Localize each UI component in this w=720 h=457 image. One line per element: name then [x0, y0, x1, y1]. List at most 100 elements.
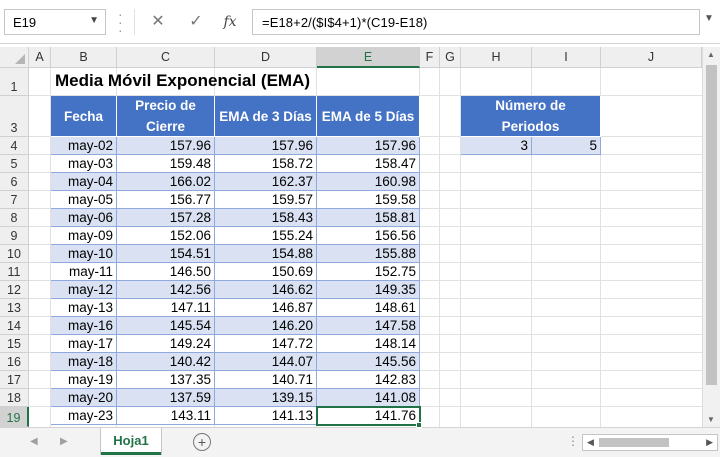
column-header-e[interactable]: E [317, 47, 420, 68]
row-header-13[interactable]: 13 [0, 299, 29, 317]
fill-handle[interactable] [416, 422, 422, 428]
table-cell[interactable]: 157.96 [215, 137, 317, 155]
periods-value-cell[interactable]: 5 [532, 137, 601, 155]
column-header-d[interactable]: D [215, 47, 317, 68]
table-cell[interactable]: 148.61 [317, 299, 420, 317]
table-cell[interactable]: 145.54 [117, 317, 215, 335]
table-cell[interactable]: 157.28 [117, 209, 215, 227]
table-cell[interactable]: 157.96 [117, 137, 215, 155]
table-cell[interactable]: 141.13 [215, 407, 317, 425]
row-header-11[interactable]: 11 [0, 263, 29, 281]
table-cell[interactable]: may-19 [51, 371, 117, 389]
table-cell[interactable]: may-23 [51, 407, 117, 425]
horizontal-scrollbar[interactable]: ◀ ▶ [582, 434, 718, 451]
table-cell[interactable]: 142.83 [317, 371, 420, 389]
scroll-up-icon[interactable]: ▲ [707, 50, 715, 59]
scroll-left-icon[interactable]: ◀ [587, 437, 594, 448]
table-cell[interactable]: 156.56 [317, 227, 420, 245]
select-all-button[interactable] [0, 47, 29, 68]
table-cell[interactable]: may-17 [51, 335, 117, 353]
table-cell[interactable]: 137.35 [117, 371, 215, 389]
sheet-tab-hoja1[interactable]: Hoja1 [101, 428, 161, 455]
row-header-16[interactable]: 16 [0, 353, 29, 371]
formula-input[interactable]: =E18+2/($I$4+1)*(C19-E18) [252, 9, 700, 35]
row-header-3[interactable]: 3 [0, 96, 29, 137]
table-cell[interactable]: 156.77 [117, 191, 215, 209]
table-cell[interactable]: 140.42 [117, 353, 215, 371]
scroll-right-icon[interactable]: ▶ [706, 437, 713, 448]
table-cell[interactable]: 142.56 [117, 281, 215, 299]
table-header-cell[interactable]: Fecha [51, 96, 117, 137]
table-cell[interactable]: 158.47 [317, 155, 420, 173]
table-cell[interactable]: 159.48 [117, 155, 215, 173]
tab-splitter-icon[interactable]: ⋮ [567, 434, 579, 448]
table-cell[interactable]: may-06 [51, 209, 117, 227]
table-cell[interactable]: 155.24 [215, 227, 317, 245]
table-cell[interactable]: 144.07 [215, 353, 317, 371]
row-header-17[interactable]: 17 [0, 371, 29, 389]
table-cell[interactable]: may-09 [51, 227, 117, 245]
table-header-cell[interactable]: EMA de 3 Días [215, 96, 317, 137]
row-header-8[interactable]: 8 [0, 209, 29, 227]
table-cell[interactable]: 137.59 [117, 389, 215, 407]
table-cell[interactable]: 150.69 [215, 263, 317, 281]
table-cell[interactable]: 148.14 [317, 335, 420, 353]
enter-icon[interactable]: ✓ [184, 11, 208, 33]
table-cell[interactable]: 140.71 [215, 371, 317, 389]
table-cell[interactable]: may-11 [51, 263, 117, 281]
table-cell[interactable]: 145.56 [317, 353, 420, 371]
table-cell[interactable]: 158.72 [215, 155, 317, 173]
column-header-f[interactable]: F [420, 47, 440, 68]
table-cell[interactable]: may-12 [51, 281, 117, 299]
row-header-14[interactable]: 14 [0, 317, 29, 335]
table-cell[interactable]: may-04 [51, 173, 117, 191]
table-cell[interactable]: 160.98 [317, 173, 420, 191]
table-cell[interactable]: 159.58 [317, 191, 420, 209]
row-header-19[interactable]: 19 [0, 407, 29, 427]
table-cell[interactable]: 152.75 [317, 263, 420, 281]
next-sheet-icon[interactable]: ▶ [60, 436, 68, 447]
row-header-15[interactable]: 15 [0, 335, 29, 353]
row-header-4[interactable]: 4 [0, 137, 29, 155]
table-cell[interactable]: 146.62 [215, 281, 317, 299]
row-header-12[interactable]: 12 [0, 281, 29, 299]
table-cell[interactable]: 166.02 [117, 173, 215, 191]
scroll-down-icon[interactable]: ▼ [707, 415, 715, 424]
table-cell[interactable]: 147.72 [215, 335, 317, 353]
row-header-5[interactable]: 5 [0, 155, 29, 173]
table-cell[interactable]: 149.24 [117, 335, 215, 353]
table-cell[interactable]: 149.35 [317, 281, 420, 299]
row-header-9[interactable]: 9 [0, 227, 29, 245]
periods-header[interactable]: Número de Periodos [461, 96, 601, 137]
horizontal-scroll-thumb[interactable] [599, 438, 669, 447]
table-cell[interactable]: may-20 [51, 389, 117, 407]
table-cell[interactable]: 154.88 [215, 245, 317, 263]
more-options-icon[interactable]: · · · [118, 7, 124, 37]
table-header-cell[interactable]: EMA de 5 Días [317, 96, 420, 137]
table-cell[interactable]: may-13 [51, 299, 117, 317]
table-cell[interactable]: 158.81 [317, 209, 420, 227]
column-header-c[interactable]: C [117, 47, 215, 68]
table-cell[interactable]: may-16 [51, 317, 117, 335]
column-header-h[interactable]: H [461, 47, 532, 68]
chevron-down-icon[interactable]: ▼ [89, 15, 99, 26]
table-cell[interactable]: 146.20 [215, 317, 317, 335]
table-header-cell[interactable]: Precio de Cierre [117, 96, 215, 137]
table-cell[interactable]: 146.50 [117, 263, 215, 281]
selected-cell[interactable]: 141.76 [316, 406, 421, 426]
table-cell[interactable]: may-05 [51, 191, 117, 209]
expand-formula-icon[interactable]: ▼ [704, 13, 714, 24]
cancel-icon[interactable]: ✕ [146, 11, 170, 33]
table-cell[interactable]: may-18 [51, 353, 117, 371]
table-cell[interactable]: 158.43 [215, 209, 317, 227]
column-header-g[interactable]: G [440, 47, 461, 68]
table-cell[interactable]: may-10 [51, 245, 117, 263]
table-cell[interactable]: 152.06 [117, 227, 215, 245]
row-header-1[interactable]: 1 [0, 68, 29, 96]
column-header-a[interactable]: A [29, 47, 51, 68]
vertical-scrollbar[interactable]: ▲ ▼ [702, 47, 720, 427]
table-cell[interactable]: 154.51 [117, 245, 215, 263]
table-cell[interactable]: 147.11 [117, 299, 215, 317]
row-header-7[interactable]: 7 [0, 191, 29, 209]
table-cell[interactable]: 141.08 [317, 389, 420, 407]
